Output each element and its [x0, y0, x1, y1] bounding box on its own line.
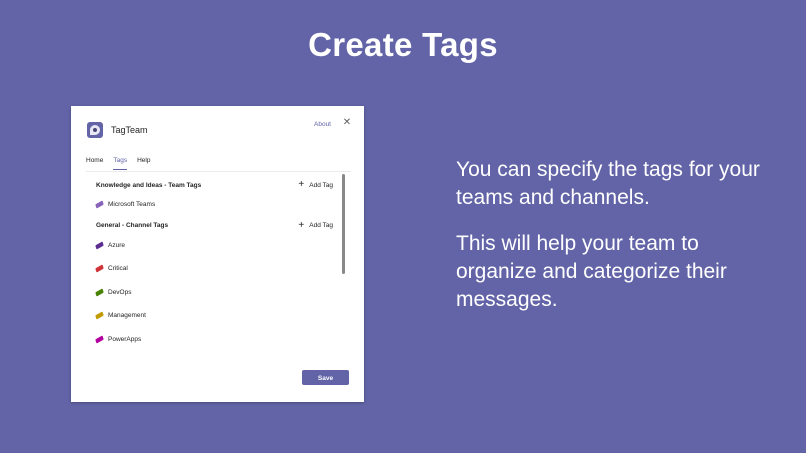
section-title: General - Channel Tags — [96, 222, 169, 229]
section-header-team-tags: Knowledge and Ideas - Team Tags + Add Ta… — [96, 177, 333, 193]
tab-divider — [86, 171, 351, 172]
description-paragraph: You can specify the tags for your teams … — [456, 158, 760, 209]
plus-icon: + — [298, 179, 305, 190]
add-tag-button[interactable]: + Add Tag — [298, 219, 333, 231]
tag-item[interactable]: Critical — [95, 257, 333, 281]
add-tag-label: Add Tag — [309, 222, 333, 229]
add-tag-button[interactable]: + Add Tag — [298, 179, 333, 190]
tag-label: DevOps — [108, 288, 132, 296]
tag-icon — [95, 264, 104, 273]
scrollbar[interactable] — [342, 174, 345, 274]
tag-icon — [95, 241, 104, 250]
close-icon[interactable]: ✕ — [342, 118, 352, 128]
about-link[interactable]: About — [314, 121, 331, 128]
add-tag-label: Add Tag — [309, 181, 333, 189]
slide-description: You can specify the tags for your teams … — [456, 156, 776, 332]
tag-icon — [95, 311, 104, 320]
tag-item[interactable]: Azure — [95, 234, 333, 258]
description-paragraph: This will help your team to organize and… — [456, 232, 727, 311]
tag-label: PowerApps — [108, 335, 142, 343]
tab-help[interactable]: Help — [137, 157, 150, 170]
tagteam-app-panel: TagTeam About ✕ Home Tags Help Knowledge… — [71, 106, 364, 402]
tag-icon — [95, 335, 104, 344]
tag-item[interactable]: Microsoft Teams — [95, 193, 333, 217]
tab-tags[interactable]: Tags — [113, 157, 128, 170]
tagteam-logo-icon — [87, 122, 103, 138]
app-name: TagTeam — [111, 125, 148, 135]
tag-item[interactable]: Management — [95, 304, 333, 328]
slide-title: Create Tags — [308, 26, 498, 63]
save-button[interactable]: Save — [302, 370, 349, 385]
section-header-channel-tags: General - Channel Tags + Add Tag — [96, 218, 333, 234]
tag-list: Knowledge and Ideas - Team Tags + Add Ta… — [95, 176, 333, 352]
tag-item[interactable]: DevOps — [95, 281, 333, 305]
section-title: Knowledge and Ideas - Team Tags — [96, 181, 202, 189]
tab-home[interactable]: Home — [86, 157, 103, 170]
tag-icon — [95, 288, 104, 297]
tag-icon — [95, 200, 104, 209]
tag-label: Critical — [108, 265, 128, 273]
tag-item[interactable]: PowerApps — [95, 328, 333, 352]
tag-label: Management — [108, 312, 146, 320]
tag-label: Microsoft Teams — [108, 201, 156, 209]
tag-label: Azure — [108, 241, 125, 249]
plus-icon: + — [298, 219, 305, 231]
tab-bar: Home Tags Help — [86, 157, 160, 170]
